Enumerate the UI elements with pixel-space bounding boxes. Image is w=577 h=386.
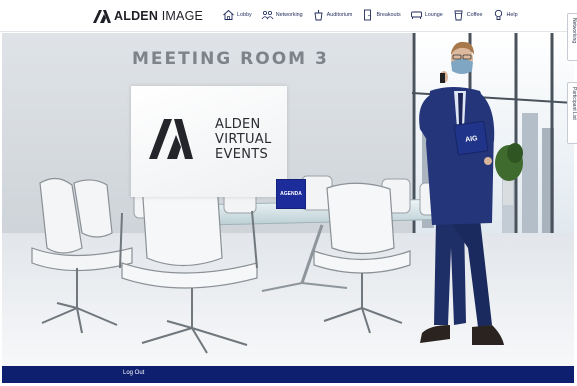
logout-link[interactable]: Log Out: [123, 370, 144, 376]
participant-list-tab-label: Participant List: [571, 87, 577, 120]
top-header: ALDEN IMAGE Lobby Networking Auditorium …: [0, 0, 577, 32]
agenda-label: AGENDA: [280, 191, 302, 197]
coffee-cup-icon: [454, 10, 463, 21]
logo-text: ALDEN IMAGE: [114, 9, 204, 23]
nav-lobby-label: Lobby: [237, 12, 252, 18]
sofa-icon: [410, 11, 422, 19]
presentation-screen[interactable]: ALDEN VIRTUAL EVENTS: [131, 86, 287, 197]
nav-help-label: Help: [506, 12, 518, 18]
screen-line-alden: ALDEN: [215, 117, 261, 132]
nav-breakouts-label: Breakouts: [376, 12, 401, 18]
door-icon: [364, 9, 372, 21]
main-navigation: Lobby Networking Auditorium Breakouts Lo…: [222, 9, 527, 21]
people-icon: [261, 11, 274, 20]
nav-coffee[interactable]: Coffee: [452, 9, 483, 21]
participant-list-side-tab[interactable]: Participant List: [567, 82, 577, 144]
agenda-button[interactable]: AGENDA: [276, 179, 306, 209]
nav-coffee-label: Coffee: [466, 12, 483, 18]
nav-lounge[interactable]: Lounge: [410, 9, 443, 21]
podium-icon: [314, 10, 323, 21]
screen-line-virtual: VIRTUAL: [215, 132, 272, 147]
lightbulb-icon: [494, 9, 502, 20]
virtual-event-page: ALDEN IMAGE Lobby Networking Auditorium …: [0, 0, 577, 386]
nav-networking[interactable]: Networking: [261, 9, 303, 21]
alden-image-logo[interactable]: ALDEN IMAGE: [93, 8, 203, 24]
screen-line-events: EVENTS: [215, 147, 269, 162]
footer-bar: Log Out: [2, 366, 574, 383]
alden-logo-mark-icon: [93, 9, 111, 23]
nav-lobby[interactable]: Lobby: [222, 9, 252, 21]
nav-networking-label: Networking: [275, 12, 303, 18]
alden-logo-mark-icon: [149, 119, 193, 159]
nav-lounge-label: Lounge: [424, 12, 443, 18]
networking-side-tab[interactable]: Networking: [567, 13, 577, 61]
nav-auditorium-label: Auditorium: [326, 12, 353, 18]
room-title: MEETING ROOM 3: [132, 49, 329, 69]
nav-help[interactable]: Help: [492, 9, 518, 21]
meeting-room-scene: AIG MEETING ROOM 3 ALDEN VIRTUAL EVENTS …: [2, 33, 574, 366]
house-icon: [223, 9, 234, 20]
nav-auditorium[interactable]: Auditorium: [312, 9, 353, 21]
networking-tab-label: Networking: [571, 18, 577, 44]
nav-breakouts[interactable]: Breakouts: [361, 9, 401, 21]
